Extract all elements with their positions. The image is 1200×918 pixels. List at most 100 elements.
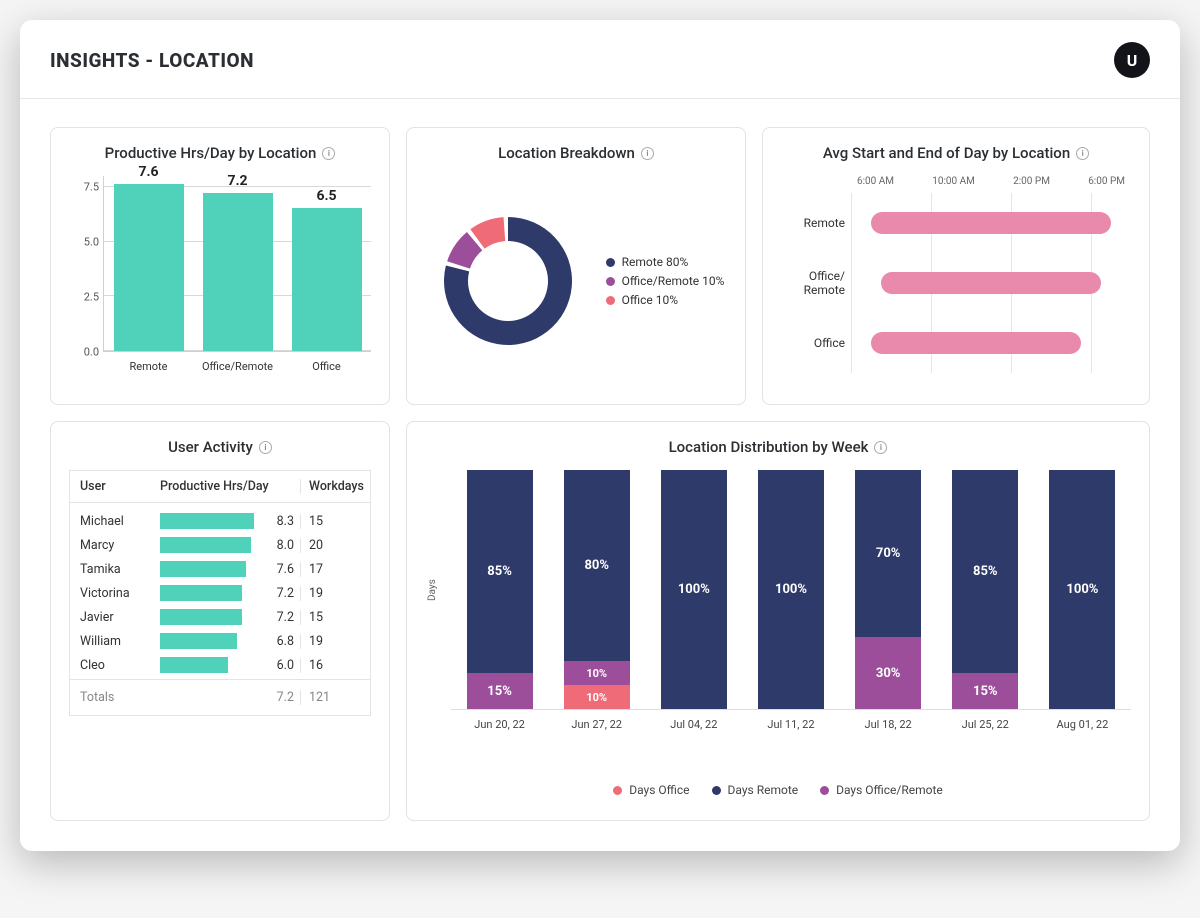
user-avatar[interactable]: U — [1114, 42, 1150, 78]
x-category-label: Jul 04, 22 — [661, 718, 727, 731]
x-category-label: Jul 18, 22 — [855, 718, 921, 731]
info-icon[interactable]: i — [322, 147, 335, 160]
stacked-col: 100%Jul 11, 22 — [758, 470, 824, 709]
totals-label: Totals — [80, 690, 160, 705]
gantt-tick: 2:00 PM — [1013, 176, 1050, 187]
cell-days: 20 — [300, 538, 360, 553]
stacked-segment: 80% — [564, 470, 630, 661]
cell-days: 19 — [300, 586, 360, 601]
cell-user: Javier — [80, 610, 160, 625]
table-row: Cleo6.016 — [80, 653, 360, 677]
info-icon[interactable]: i — [641, 147, 654, 160]
mini-bar — [160, 561, 246, 577]
cell-user: Cleo — [80, 658, 160, 673]
stacked-col: 85%15%Jul 25, 22 — [952, 470, 1018, 709]
card-productive-hours: Productive Hrs/Day by Location i 0.02.55… — [50, 127, 390, 405]
stacked-col: 100%Jul 04, 22 — [661, 470, 727, 709]
stacked-segment: 85% — [952, 470, 1018, 673]
gantt-row-label: Office/Remote — [781, 269, 845, 297]
info-icon[interactable]: i — [1076, 147, 1089, 160]
legend-label: Remote 80% — [622, 255, 689, 269]
col-hrs: Productive Hrs/Day — [160, 479, 300, 494]
x-category-label: Aug 01, 22 — [1049, 718, 1115, 731]
cell-hrs: 7.6 — [262, 562, 300, 577]
legend-swatch — [606, 296, 615, 305]
insights-window: INSIGHTS - LOCATION U Productive Hrs/Day… — [20, 20, 1180, 851]
stacked-bar-chart: Days85%15%Jun 20, 2280%10%10%Jun 27, 221… — [425, 470, 1131, 750]
gantt-row-label: Remote — [781, 216, 845, 230]
table-row: Michael 8.315 — [80, 509, 360, 533]
cell-bar — [160, 585, 262, 601]
y-tick: 2.5 — [84, 291, 99, 304]
card-avg-start-end: Avg Start and End of Day by Location i 6… — [762, 127, 1150, 405]
stacked-segment: 15% — [467, 673, 533, 709]
legend-item: Office 10% — [606, 293, 725, 307]
stacked-col: 80%10%10%Jun 27, 22 — [564, 470, 630, 709]
stacked-col: 100%Aug 01, 22 — [1049, 470, 1115, 709]
gantt-bar — [871, 212, 1111, 234]
title-text: Productive Hrs/Day by Location — [105, 144, 317, 162]
x-category-label: Jun 27, 22 — [564, 718, 630, 731]
cell-user: Michael — [80, 514, 160, 529]
stacked-segment: 10% — [564, 685, 630, 709]
bar-remote: 7.6Remote — [108, 164, 188, 351]
header: INSIGHTS - LOCATION U — [20, 20, 1180, 99]
legend-item: Days Office — [613, 783, 689, 797]
gantt-tick: 6:00 AM — [857, 176, 894, 187]
legend-swatch — [712, 786, 721, 795]
cell-hrs: 6.8 — [262, 634, 300, 649]
card-title: Avg Start and End of Day by Location i — [781, 144, 1131, 162]
avatar-letter: U — [1127, 51, 1138, 70]
info-icon[interactable]: i — [874, 441, 887, 454]
mini-bar — [160, 513, 254, 529]
bar-office: 6.5Office — [286, 188, 366, 351]
card-user-activity: User Activity i UserProductive Hrs/DayWo… — [50, 421, 390, 821]
x-category-label: Jul 25, 22 — [952, 718, 1018, 731]
card-title: Location Breakdown i — [425, 144, 727, 162]
cell-bar — [160, 609, 262, 625]
legend-label: Days Office — [629, 783, 689, 797]
y-tick: 5.0 — [84, 236, 99, 249]
stacked-segment: 30% — [855, 637, 921, 709]
y-axis-label: Days — [427, 470, 438, 710]
legend-swatch — [613, 786, 622, 795]
card-title: Productive Hrs/Day by Location i — [69, 144, 371, 162]
legend-label: Office/Remote 10% — [622, 274, 725, 288]
x-category-label: Jun 20, 22 — [467, 718, 533, 731]
bar-category-label: Office/Remote — [202, 360, 273, 373]
cell-hrs: 6.0 — [262, 658, 300, 673]
stacked-segment: 100% — [1049, 470, 1115, 709]
cell-days: 15 — [300, 514, 360, 529]
donut-legend: Remote 80% Office/Remote 10% Office 10% — [606, 250, 725, 312]
donut-chart: Remote 80% Office/Remote 10% Office 10% — [425, 176, 727, 386]
col-user: User — [80, 479, 160, 494]
title-text: Location Distribution by Week — [669, 438, 869, 456]
cell-user: Victorina — [80, 586, 160, 601]
bar-category-label: Office — [312, 360, 341, 373]
gantt-row-label: Office — [781, 336, 845, 350]
gantt-chart: 6:00 AM10:00 AM2:00 PM6:00 PMRemoteOffic… — [781, 176, 1131, 386]
card-location-breakdown: Location Breakdown i Remote 80% Office/Re… — [406, 127, 746, 405]
bar-category-label: Remote — [130, 360, 168, 373]
cell-hrs: 7.2 — [262, 610, 300, 625]
col-days: Workdays — [300, 479, 360, 494]
bar-rect — [114, 184, 184, 351]
legend-swatch — [606, 258, 615, 267]
x-category-label: Jul 11, 22 — [758, 718, 824, 731]
card-title: User Activity i — [69, 438, 371, 456]
bar-value: 6.5 — [316, 188, 336, 204]
cell-bar — [160, 633, 262, 649]
legend-item: Office/Remote 10% — [606, 274, 725, 288]
cell-user: William — [80, 634, 160, 649]
info-icon[interactable]: i — [259, 441, 272, 454]
cell-hrs: 7.2 — [262, 586, 300, 601]
table-row: Marcy8.020 — [80, 533, 360, 557]
legend-label: Days Remote — [728, 783, 799, 797]
card-distribution-week: Location Distribution by Week i Days85%1… — [406, 421, 1150, 821]
page-title: INSIGHTS - LOCATION — [50, 49, 254, 72]
cell-hrs: 8.3 — [262, 514, 300, 529]
y-tick: 7.5 — [84, 181, 99, 194]
stacked-segment: 10% — [564, 661, 630, 685]
title-text: User Activity — [168, 438, 253, 456]
dashboard-grid: Productive Hrs/Day by Location i 0.02.55… — [20, 99, 1180, 851]
